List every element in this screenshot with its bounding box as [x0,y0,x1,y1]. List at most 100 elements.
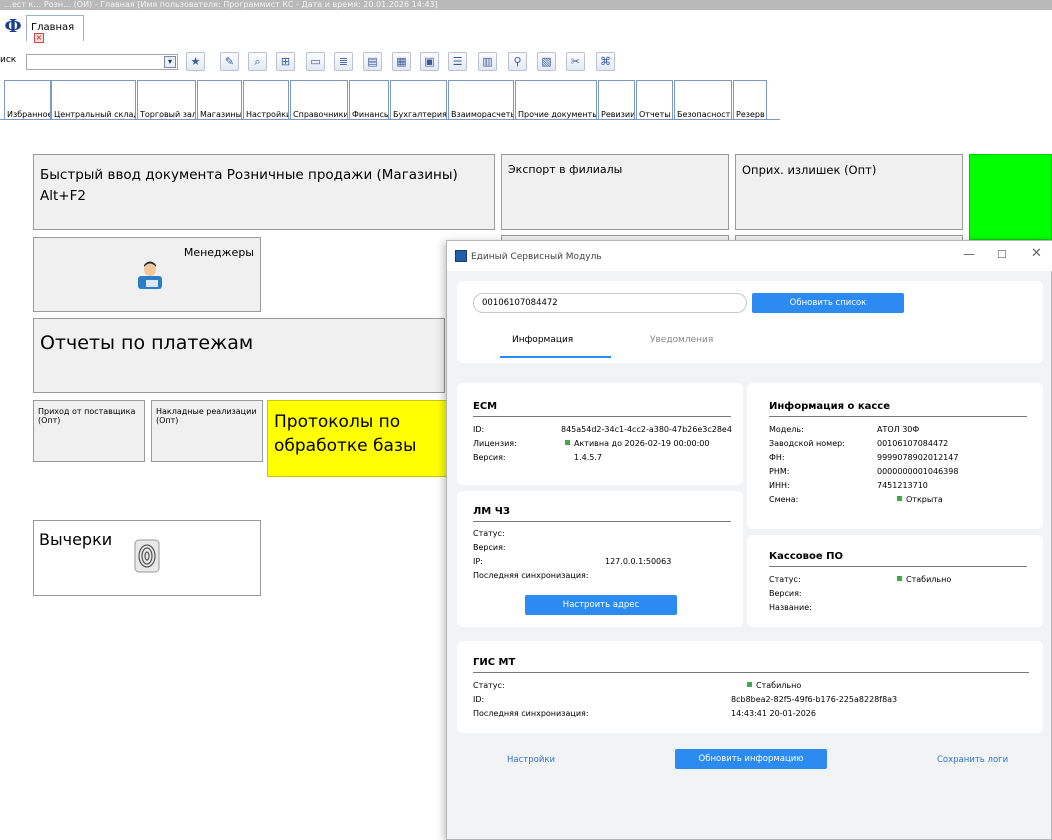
divider [473,416,731,417]
tab-sales-floor[interactable]: Торговый зал [137,80,196,120]
note-icon[interactable]: ▦ [392,52,411,71]
tile-export-branches-label: Экспорт в филиалы [508,163,623,176]
document-icon[interactable]: ▭ [306,52,325,71]
tile-payment-reports[interactable]: Отчеты по платежам [33,318,445,393]
tile-quick-input-label: Быстрый ввод документа Розничные продажи… [40,167,458,204]
kassa-shift-text: Открыта [906,495,943,504]
po-status-text: Стабильно [906,575,952,584]
tab-finance[interactable]: Финансы [349,80,389,120]
kassa-model-value: АТОЛ 30Ф [877,425,920,434]
manager-icon [138,261,162,289]
ecm-version-value: 1.4.5.7 [574,453,602,462]
tile-supplier-receipt[interactable]: Приход от поставщика (Опт) [33,400,145,462]
lm-ip-value: 127.0.0.1:50063 [605,557,672,566]
tile-surplus[interactable]: Оприх. излишек (Опт) [735,154,963,230]
tab-reserve[interactable]: Резерв [733,80,767,120]
tab-references[interactable]: Справочники [290,80,348,120]
tab-shops[interactable]: Магазины [197,80,242,120]
status-dot [747,682,752,687]
save-logs-link[interactable]: Сохранить логи [937,755,1008,765]
dialog-titlebar: Единый Сервисный Модуль — ☐ ✕ [447,241,1052,271]
color-doc-icon[interactable]: ▧ [537,52,556,71]
search-input[interactable] [26,54,178,70]
tools-icon[interactable]: ✂ [566,52,585,71]
ecm-dialog: Единый Сервисный Модуль — ☐ ✕ 0010610708… [446,240,1052,840]
kassa-fn-label: ФН: [769,453,785,462]
po-status-value: Стабильно [897,575,951,584]
chevron-down-icon[interactable]: ▾ [164,56,176,68]
table-icon[interactable]: ▣ [420,52,439,71]
tile-green[interactable] [969,154,1052,240]
lm-ip-label: IP: [473,557,483,566]
tab-notifications[interactable]: Уведомления [650,335,713,345]
settings-link[interactable]: Настройки [507,755,555,765]
tab-other-documents[interactable]: Прочие документы [515,80,597,120]
kassa-fn-value: 9999078902012147 [877,453,959,462]
po-status-label: Статус: [769,575,801,584]
tile-crossings[interactable]: Вычерки [33,520,261,596]
configure-address-button[interactable]: Настроить адрес [525,595,677,615]
tab-info[interactable]: Информация [512,335,573,345]
gis-id-label: ID: [473,695,485,704]
tile-export-branches[interactable]: Экспорт в филиалы [501,154,729,230]
pos-software-card: Кассовое ПО Статус: Стабильно Версия: На… [747,535,1043,627]
tab-main[interactable]: Главная× [26,15,84,43]
tile-db-protocols-label: Протоколы по обработке базы [274,412,417,456]
bullets-icon[interactable]: ☰ [448,52,467,71]
maximize-icon[interactable]: ☐ [997,248,1007,261]
kassa-shift-value: Открыта [897,495,943,504]
kassa-title: Информация о кассе [769,401,890,412]
gis-status-text: Стабильно [756,681,802,690]
tab-accounting[interactable]: Бухгалтерия [390,80,447,120]
search-doc-icon[interactable]: ⚲ [508,52,527,71]
print-icon[interactable]: ▥ [478,52,497,71]
lm-card: ЛМ ЧЗ Статус: Версия: IP: 127.0.0.1:5006… [457,491,743,627]
tile-payment-reports-label: Отчеты по платежам [40,332,254,354]
tile-sales-invoices-label: Накладные реализации (Опт) [156,407,257,425]
tab-reports[interactable]: Отчеты [636,80,673,120]
add-row-icon[interactable]: ⊞ [276,52,295,71]
tile-sales-invoices[interactable]: Накладные реализации (Опт) [151,400,263,462]
tile-surplus-label: Оприх. излишек (Опт) [742,163,877,177]
tab-security[interactable]: Безопасность [674,80,732,120]
gis-card: ГИС МТ Статус: Стабильно ID: 8cb8bea2-82… [457,641,1043,733]
zoom-icon[interactable]: ⌕ [248,52,267,71]
gis-title: ГИС МТ [473,657,516,668]
lm-sync-label: Последняя синхронизация: [473,571,589,580]
update-info-button[interactable]: Обновить информацию [675,749,827,769]
report-icon[interactable]: ▤ [363,52,382,71]
tab-info-indicator [500,356,611,358]
tab-settings[interactable]: Настройки [243,80,289,120]
tile-crossings-label: Вычерки [39,530,113,549]
kassa-inn-value: 7451213710 [877,481,928,490]
ecm-id-label: ID: [473,425,485,434]
star-icon[interactable]: ★ [186,52,205,71]
refresh-list-button[interactable]: Обновить список [752,293,904,313]
network-icon[interactable]: ⌘ [596,52,615,71]
edit-icon[interactable]: ✎ [220,52,239,71]
minimize-icon[interactable]: — [963,247,975,261]
tab-favorites[interactable]: Избранное [4,80,51,120]
gis-sync-value: 14:43:41 20-01-2026 [731,709,816,718]
tab-baseline [0,119,780,120]
tab-audits[interactable]: Ревизии [598,80,635,120]
kassa-shift-label: Смена: [769,495,799,504]
lm-title: ЛМ ЧЗ [473,506,510,517]
tile-db-protocols[interactable]: Протоколы по обработке базы [267,400,447,477]
tile-supplier-receipt-label: Приход от поставщика (Опт) [38,407,136,425]
close-icon[interactable]: × [34,33,44,43]
lm-status-label: Статус: [473,529,505,538]
tile-managers[interactable]: Менеджеры [33,237,261,312]
tile-quick-input[interactable]: Быстрый ввод документа Розничные продажи… [33,154,495,230]
kassa-card: Информация о кассе Модель: АТОЛ 30Ф Заво… [747,383,1043,529]
tab-settlements[interactable]: Взаиморасчеты [448,80,514,120]
tab-central-warehouse[interactable]: Центральный склад [51,80,136,120]
device-select[interactable]: 00106107084472 [473,293,747,313]
window-title: …ест к… Розн… (ОИ) - Главная [Имя пользо… [0,0,1052,10]
kassa-inn-label: ИНН: [769,481,790,490]
app-logo: Ф [4,16,22,37]
close-icon[interactable]: ✕ [1031,246,1042,261]
list-icon[interactable]: ≣ [334,52,353,71]
status-dot [897,496,902,501]
divider [473,672,1029,673]
